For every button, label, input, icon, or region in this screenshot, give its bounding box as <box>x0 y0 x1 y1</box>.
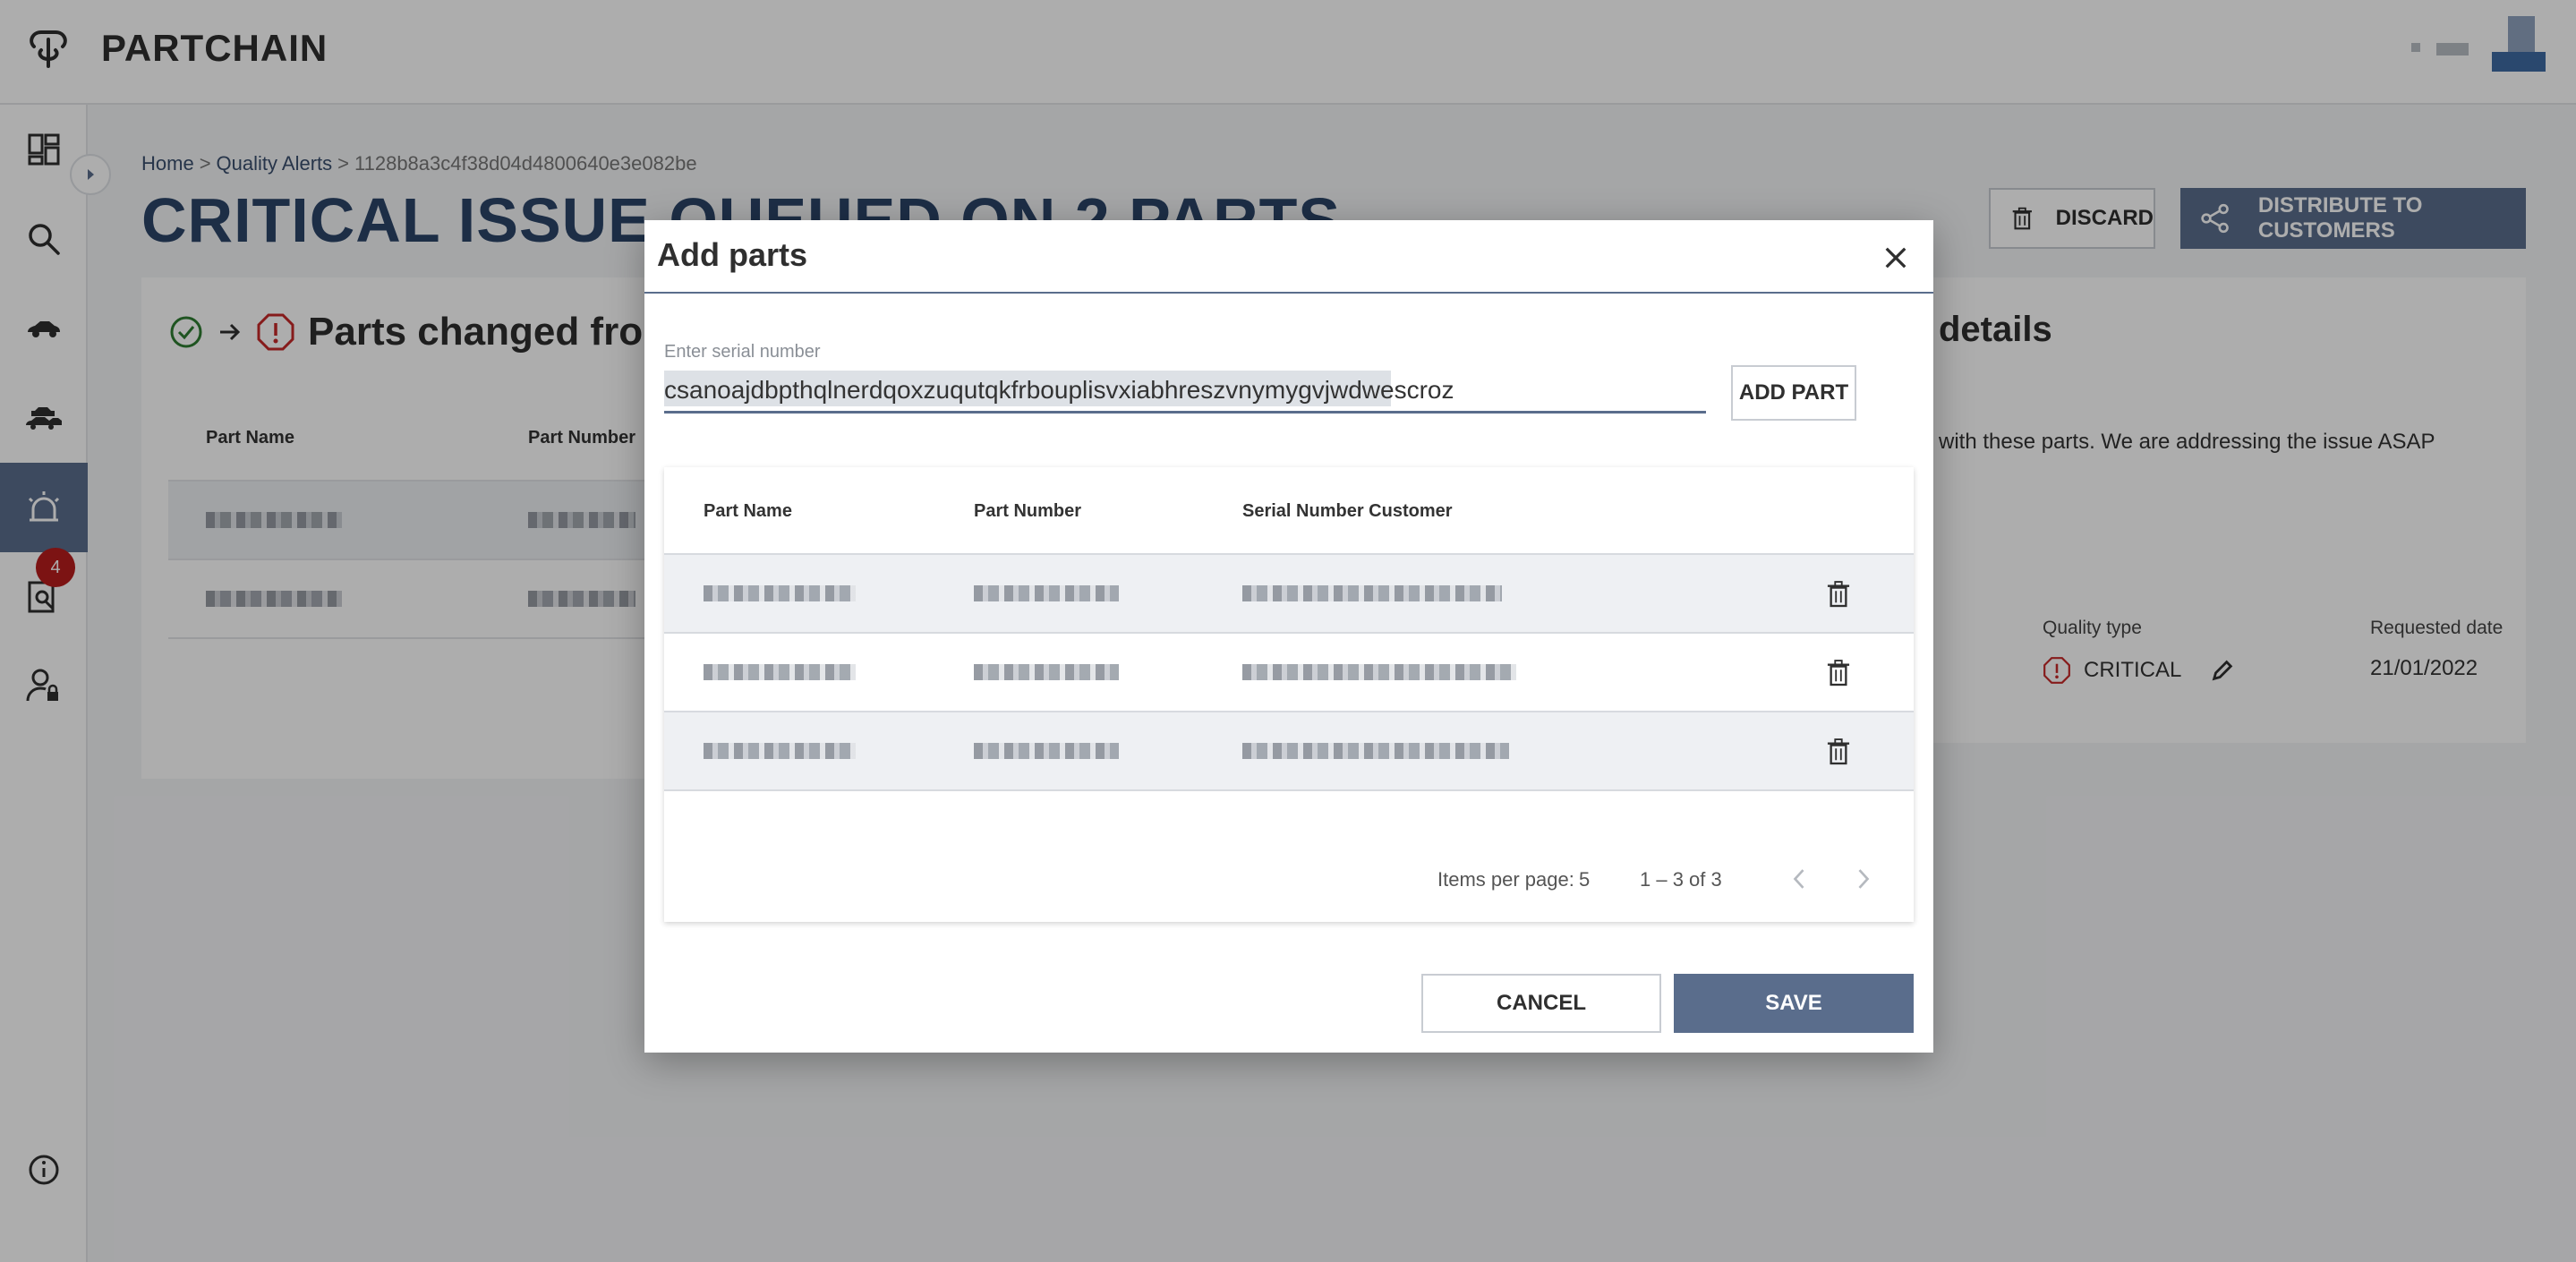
add-parts-dialog: Add parts Enter serial number ADD PART P… <box>644 220 1933 1053</box>
redacted-cell <box>974 743 1119 759</box>
dialog-title: Add parts <box>657 236 808 273</box>
redacted-cell <box>974 664 1119 680</box>
redacted-cell <box>704 585 856 601</box>
close-button[interactable] <box>1878 240 1914 276</box>
table-row[interactable] <box>664 634 1914 712</box>
items-per-page-select[interactable]: 5 <box>1579 868 1590 891</box>
redacted-cell <box>974 585 1119 601</box>
added-parts-table: Part Name Part Number Serial Number Cust… <box>664 467 1914 922</box>
trash-icon <box>1827 660 1850 686</box>
redacted-cell <box>704 743 856 759</box>
previous-page-button[interactable] <box>1781 861 1817 897</box>
column-header-part-name[interactable]: Part Name <box>704 501 792 522</box>
save-button[interactable]: SAVE <box>1674 974 1914 1033</box>
items-per-page-label: Items per page: <box>1437 868 1574 891</box>
cancel-button[interactable]: CANCEL <box>1421 974 1661 1033</box>
column-header-part-number[interactable]: Part Number <box>974 501 1081 522</box>
table-row[interactable] <box>664 712 1914 791</box>
next-page-button[interactable] <box>1846 861 1881 897</box>
dialog-header: Add parts <box>644 220 1933 294</box>
column-header-serial-number-customer[interactable]: Serial Number Customer <box>1242 501 1453 522</box>
chevron-right-icon <box>1858 869 1870 889</box>
redacted-cell <box>1242 585 1502 601</box>
serial-number-input[interactable] <box>664 369 1706 414</box>
redacted-cell <box>1242 664 1516 680</box>
serial-number-label: Enter serial number <box>664 342 821 362</box>
add-part-button[interactable]: ADD PART <box>1731 365 1856 421</box>
trash-icon <box>1827 738 1850 765</box>
redacted-cell <box>1242 743 1509 759</box>
chevron-left-icon <box>1793 869 1804 889</box>
delete-row-button[interactable] <box>1821 734 1856 770</box>
delete-row-button[interactable] <box>1821 576 1856 612</box>
table-header: Part Name Part Number Serial Number Cust… <box>664 467 1914 555</box>
paginator: Items per page: 5 1 – 3 of 3 <box>664 836 1914 922</box>
paginator-range-label: 1 – 3 of 3 <box>1640 868 1722 891</box>
close-icon <box>1885 247 1906 269</box>
redacted-cell <box>704 664 856 680</box>
table-row[interactable] <box>664 555 1914 634</box>
delete-row-button[interactable] <box>1821 655 1856 691</box>
trash-icon <box>1827 581 1850 608</box>
